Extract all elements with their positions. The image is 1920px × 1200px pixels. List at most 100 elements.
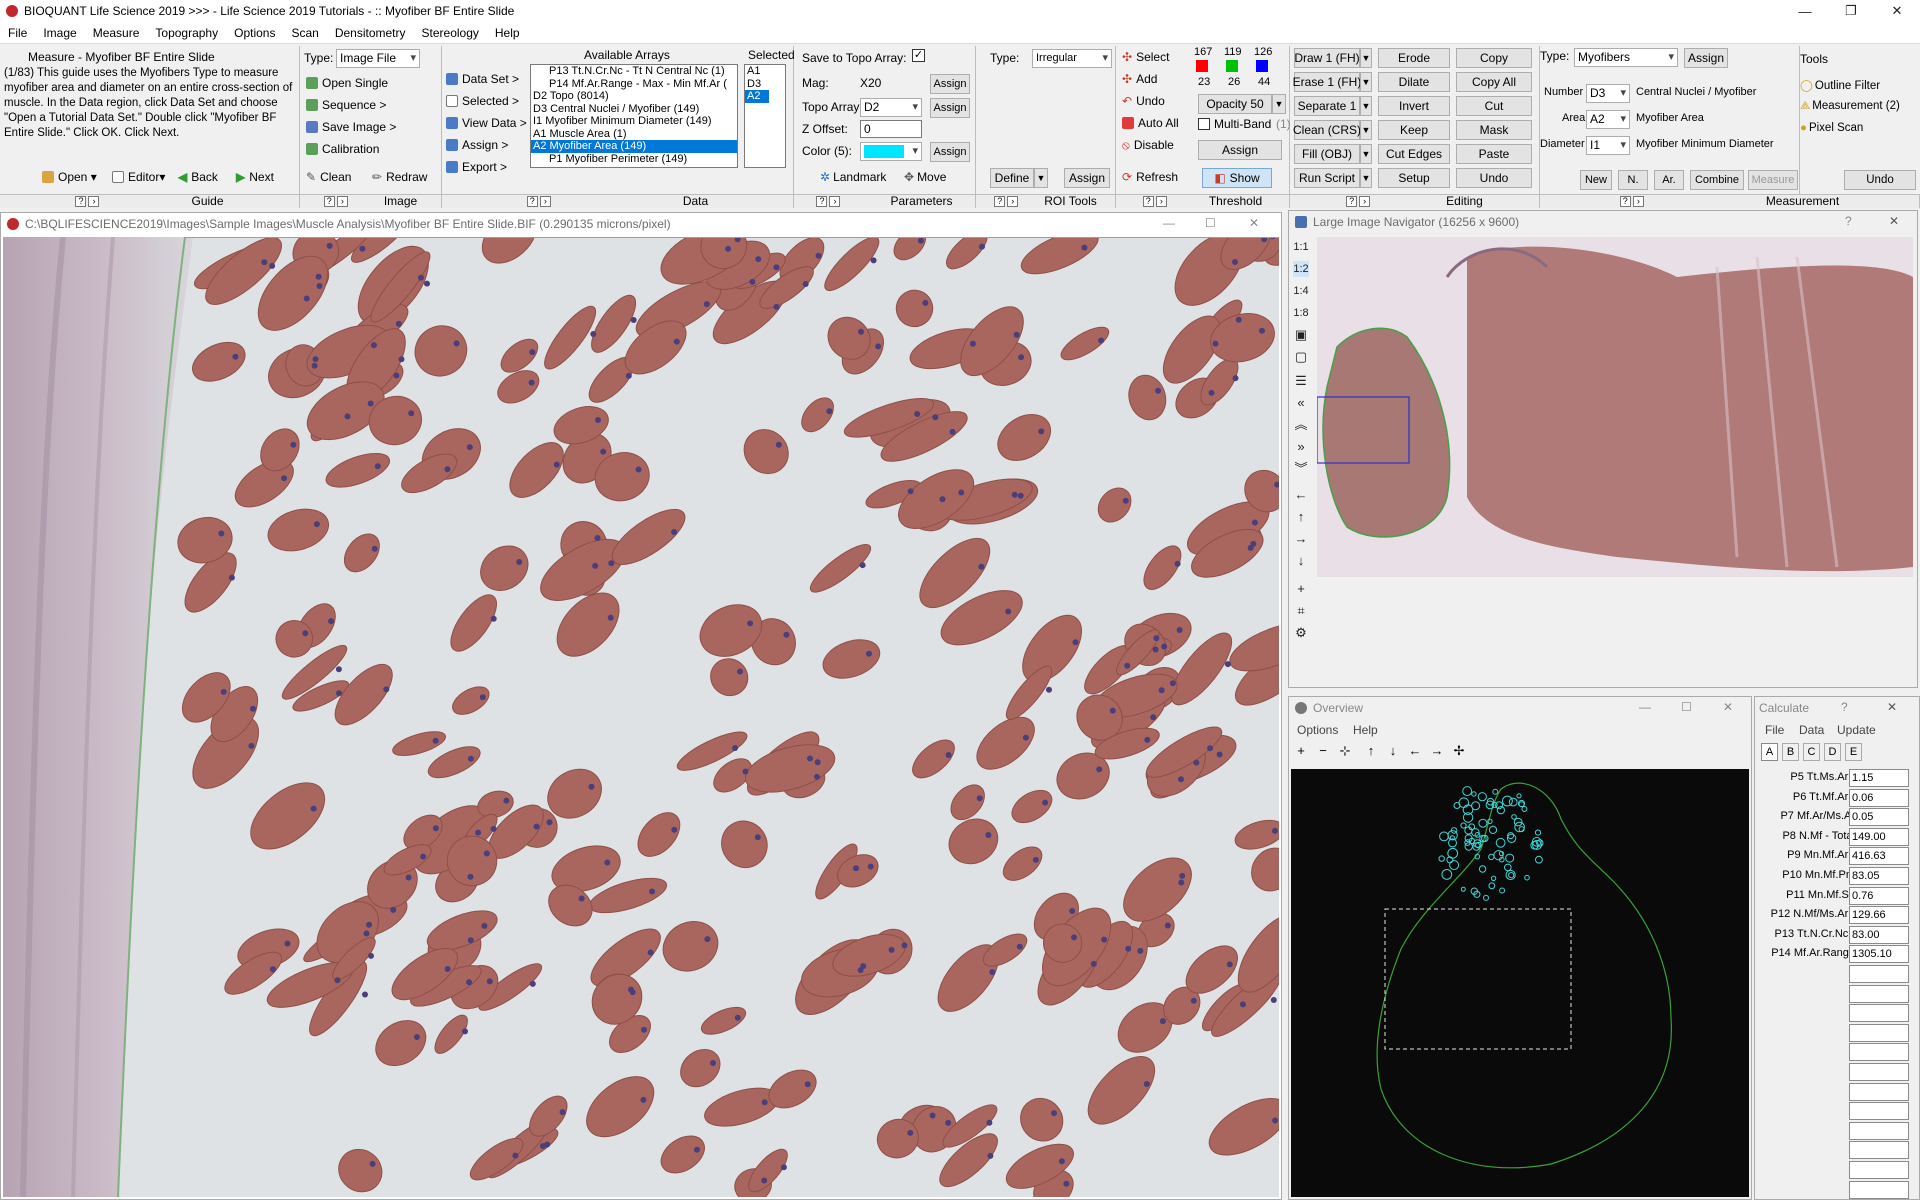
- opacity-button[interactable]: Opacity 50: [1198, 94, 1272, 114]
- calculate-menu-update[interactable]: Update: [1837, 723, 1876, 737]
- center-icon[interactable]: ⊹: [1337, 743, 1353, 759]
- pixel-scan-tool[interactable]: ● Pixel Scan: [1800, 122, 1863, 134]
- minimize-icon[interactable]: —: [1639, 700, 1651, 714]
- list-item[interactable]: P13 Tt.N.Cr.Nc - Tt N Central Nc (1): [531, 65, 737, 78]
- double-up-icon[interactable]: ︽: [1293, 417, 1309, 433]
- fill-dropdown[interactable]: ▼: [1360, 144, 1372, 164]
- list-item-selected[interactable]: A2 Myofiber Area (149): [531, 140, 737, 153]
- help-icon[interactable]: ?: [1142, 196, 1154, 208]
- menu-help[interactable]: Help: [487, 26, 528, 40]
- refresh-button[interactable]: ⟳ Refresh: [1122, 170, 1178, 184]
- define-dropdown-button[interactable]: ▼: [1034, 168, 1048, 188]
- help-icon[interactable]: ?: [526, 196, 538, 208]
- menu-stereology[interactable]: Stereology: [414, 26, 487, 40]
- threshold-select-button[interactable]: ✣ Select: [1122, 50, 1169, 64]
- dilate-button[interactable]: Dilate: [1378, 72, 1450, 92]
- outline-filter-tool[interactable]: ◯ Outline Filter: [1800, 78, 1880, 92]
- navigator-close-icon[interactable]: ✕: [1889, 214, 1899, 228]
- down-arrow-icon[interactable]: ↓: [1385, 743, 1401, 759]
- calculate-row-value[interactable]: [1849, 1102, 1909, 1121]
- help-icon[interactable]: ?: [994, 196, 1006, 208]
- measurement-undo-button[interactable]: Undo: [1844, 170, 1916, 190]
- roi-type-select[interactable]: Irregular: [1032, 49, 1112, 68]
- guide-open-button[interactable]: Open ▾: [42, 170, 97, 184]
- list-item[interactable]: P14 Mf.Ar.Range - Max - Min Mf.Ar (: [531, 78, 737, 91]
- navigator-help-icon[interactable]: ?: [1845, 214, 1852, 228]
- threshold-undo-button[interactable]: ↶ Undo: [1122, 94, 1165, 108]
- calibration-button[interactable]: Calibration: [306, 142, 379, 156]
- calculate-row-value[interactable]: [1849, 1141, 1909, 1160]
- export-button[interactable]: Export >: [446, 160, 507, 174]
- minimize-button[interactable]: —: [1782, 0, 1828, 22]
- calculate-row-value[interactable]: 0.76: [1849, 886, 1909, 905]
- list-item-selected[interactable]: A2: [745, 90, 769, 103]
- topo-assign-button[interactable]: Assign: [930, 98, 970, 118]
- help-icon[interactable]: ?: [1346, 196, 1358, 208]
- calculate-row-value[interactable]: 1305.10: [1849, 945, 1909, 964]
- menu-densitometry[interactable]: Densitometry: [327, 26, 414, 40]
- selected-button[interactable]: Selected >: [446, 94, 519, 108]
- calculate-row-value[interactable]: [1849, 984, 1909, 1003]
- area-select[interactable]: A2: [1586, 110, 1630, 129]
- redraw-button[interactable]: ✏ Redraw: [372, 170, 427, 184]
- menu-options[interactable]: Options: [226, 26, 283, 40]
- cut-button[interactable]: Cut: [1456, 96, 1532, 116]
- diameter-select[interactable]: I1: [1586, 136, 1630, 155]
- double-right-icon[interactable]: »: [1293, 439, 1309, 455]
- zoom-1-1-button[interactable]: 1:1: [1293, 239, 1309, 255]
- blue-swatch[interactable]: [1256, 60, 1268, 72]
- color-assign-button[interactable]: Assign: [930, 142, 970, 162]
- measure-button[interactable]: Measure: [1748, 170, 1798, 190]
- tab-c[interactable]: C: [1803, 743, 1820, 761]
- open-single-button[interactable]: Open Single: [306, 76, 388, 90]
- left-arrow-icon[interactable]: ←: [1407, 743, 1423, 759]
- zoom-1-4-button[interactable]: 1:4: [1293, 283, 1309, 299]
- assign-data-button[interactable]: Assign >: [446, 138, 508, 152]
- clean-crs-button[interactable]: Clean (CRS): [1293, 120, 1361, 140]
- zoom-1-8-button[interactable]: 1:8: [1293, 305, 1309, 321]
- maximize-icon[interactable]: ☐: [1205, 216, 1216, 230]
- help-icon[interactable]: ?: [816, 196, 828, 208]
- maximize-icon[interactable]: ☐: [1681, 700, 1692, 714]
- calculate-help-icon[interactable]: ?: [1841, 700, 1848, 714]
- measurement-tool[interactable]: ⟁ Measurement (2): [1800, 100, 1900, 113]
- help-icon[interactable]: ?: [323, 196, 335, 208]
- calculate-row-value[interactable]: 83.00: [1849, 925, 1909, 944]
- erase-dropdown[interactable]: ▼: [1360, 72, 1372, 92]
- menu-image[interactable]: Image: [35, 26, 84, 40]
- cut-edges-button[interactable]: Cut Edges: [1378, 144, 1450, 164]
- auto-all-button[interactable]: Auto All: [1122, 116, 1179, 130]
- green-swatch[interactable]: [1226, 60, 1238, 72]
- calculate-row-value[interactable]: 0.05: [1849, 808, 1909, 827]
- calculate-close-icon[interactable]: ✕: [1887, 700, 1897, 714]
- plus-icon[interactable]: +: [1293, 581, 1309, 597]
- calculate-row-value[interactable]: [1849, 1082, 1909, 1101]
- expand-icon[interactable]: ›: [1007, 196, 1019, 208]
- keep-button[interactable]: Keep: [1378, 120, 1450, 140]
- draw-dropdown[interactable]: ▼: [1360, 48, 1372, 68]
- calculate-row-value[interactable]: [1849, 1180, 1909, 1199]
- n-button[interactable]: N.: [1618, 170, 1648, 190]
- calculate-row-value[interactable]: [1849, 1023, 1909, 1042]
- calculate-row-value[interactable]: [1849, 1063, 1909, 1081]
- guide-editor-button[interactable]: Editor▾: [112, 170, 165, 184]
- zoom-in-icon[interactable]: +: [1293, 743, 1309, 759]
- menu-measure[interactable]: Measure: [85, 26, 148, 40]
- available-arrays-list[interactable]: P13 Tt.N.Cr.Nc - Tt N Central Nc (1) P14…: [530, 64, 738, 168]
- calculate-menu-file[interactable]: File: [1765, 723, 1784, 737]
- data-set-button[interactable]: Data Set >: [446, 72, 519, 86]
- mask-button[interactable]: Mask: [1456, 120, 1532, 140]
- left-arrow-icon[interactable]: ←: [1293, 487, 1309, 503]
- sequence-button[interactable]: Sequence >: [306, 98, 386, 112]
- run-script-button[interactable]: Run Script: [1294, 168, 1360, 188]
- tab-b[interactable]: B: [1782, 743, 1799, 761]
- calculate-row-value[interactable]: 416.63: [1849, 847, 1909, 866]
- list-item[interactable]: A1: [745, 65, 785, 78]
- threshold-add-button[interactable]: ✣ Add: [1122, 72, 1157, 86]
- tab-e[interactable]: E: [1845, 743, 1862, 761]
- define-button[interactable]: Define: [990, 168, 1034, 188]
- tab-d[interactable]: D: [1824, 743, 1841, 761]
- view-data-button[interactable]: View Data >: [446, 116, 527, 130]
- list-item[interactable]: A1 Muscle Area (1): [531, 128, 737, 141]
- list-item[interactable]: D2 Topo (8014): [531, 90, 737, 103]
